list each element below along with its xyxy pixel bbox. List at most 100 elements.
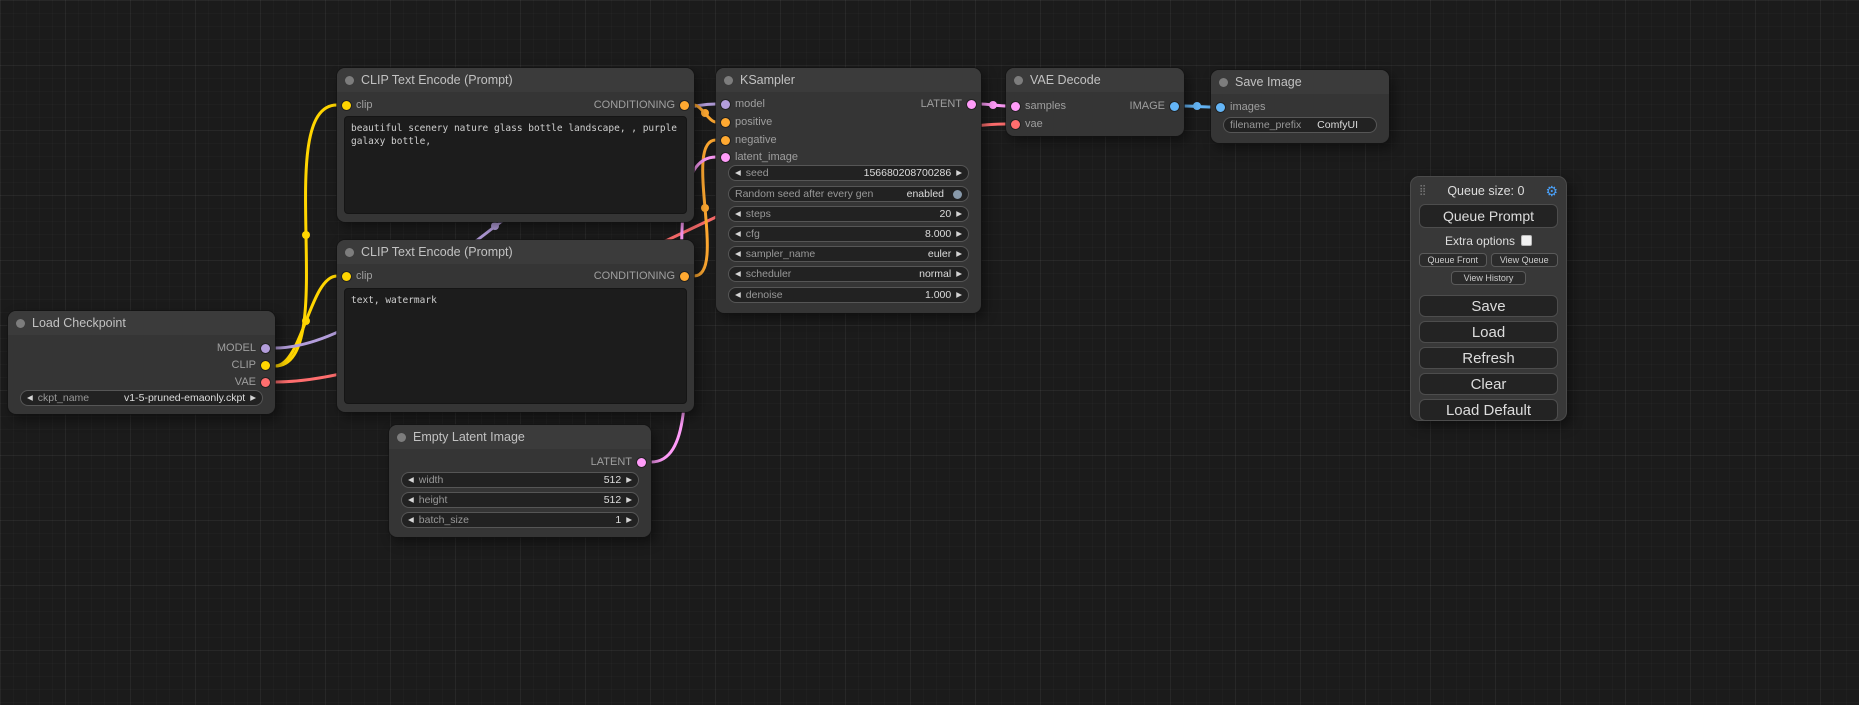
collapse-dot-icon[interactable] bbox=[1219, 78, 1228, 87]
vae-port-icon[interactable] bbox=[261, 378, 270, 387]
input-slot-latent-image[interactable]: latent_image bbox=[721, 150, 798, 164]
widget-cfg[interactable]: ◀ cfg 8.000 ▶ bbox=[728, 226, 969, 242]
decrement-arrow-icon[interactable]: ◀ bbox=[735, 210, 741, 218]
conditioning-port-icon[interactable] bbox=[721, 118, 730, 127]
node-header[interactable]: KSampler bbox=[716, 68, 981, 92]
output-slot-conditioning[interactable]: CONDITIONING bbox=[594, 98, 689, 112]
node-header[interactable]: VAE Decode bbox=[1006, 68, 1184, 92]
decrement-arrow-icon[interactable]: ◀ bbox=[27, 394, 33, 402]
conditioning-port-icon[interactable] bbox=[721, 136, 730, 145]
settings-gear-icon[interactable]: ⚙ bbox=[1545, 184, 1558, 198]
increment-arrow-icon[interactable]: ▶ bbox=[250, 394, 256, 402]
node-graph-canvas[interactable]: Load Checkpoint MODEL CLIP VAE ◀ ckpt_na… bbox=[0, 0, 1859, 705]
node-empty-latent-image[interactable]: Empty Latent Image LATENT ◀ width 512 ▶ … bbox=[389, 425, 651, 537]
load-default-button[interactable]: Load Default bbox=[1419, 399, 1558, 421]
collapse-dot-icon[interactable] bbox=[724, 76, 733, 85]
increment-arrow-icon[interactable]: ▶ bbox=[626, 516, 632, 524]
widget-sampler-name[interactable]: ◀ sampler_name euler ▶ bbox=[728, 246, 969, 262]
view-history-button[interactable]: View History bbox=[1451, 271, 1527, 285]
output-slot-image[interactable]: IMAGE bbox=[1130, 99, 1179, 113]
refresh-button[interactable]: Refresh bbox=[1419, 347, 1558, 369]
queue-prompt-button[interactable]: Queue Prompt bbox=[1419, 204, 1558, 228]
widget-height[interactable]: ◀ height 512 ▶ bbox=[401, 492, 639, 508]
input-slot-images[interactable]: images bbox=[1216, 100, 1265, 114]
node-clip-text-encode-positive[interactable]: CLIP Text Encode (Prompt) clip CONDITION… bbox=[337, 68, 694, 222]
node-vae-decode[interactable]: VAE Decode samples vae IMAGE bbox=[1006, 68, 1184, 136]
node-header[interactable]: Empty Latent Image bbox=[389, 425, 651, 449]
input-slot-vae[interactable]: vae bbox=[1011, 117, 1043, 131]
node-header[interactable]: Load Checkpoint bbox=[8, 311, 275, 335]
clip-port-icon[interactable] bbox=[342, 272, 351, 281]
conditioning-port-icon[interactable] bbox=[680, 272, 689, 281]
widget-ckpt-name[interactable]: ◀ ckpt_name v1-5-pruned-emaonly.ckpt ▶ bbox=[20, 390, 263, 406]
image-port-icon[interactable] bbox=[1170, 102, 1179, 111]
increment-arrow-icon[interactable]: ▶ bbox=[626, 476, 632, 484]
output-slot-vae[interactable]: VAE bbox=[235, 375, 270, 389]
extra-options-checkbox[interactable] bbox=[1521, 235, 1532, 246]
output-slot-latent[interactable]: LATENT bbox=[921, 97, 976, 111]
widget-batch-size[interactable]: ◀ batch_size 1 ▶ bbox=[401, 512, 639, 528]
decrement-arrow-icon[interactable]: ◀ bbox=[735, 230, 741, 238]
widget-random-seed-toggle[interactable]: Random seed after every gen enabled bbox=[728, 186, 969, 202]
clip-port-icon[interactable] bbox=[342, 101, 351, 110]
input-slot-negative[interactable]: negative bbox=[721, 133, 777, 147]
increment-arrow-icon[interactable]: ▶ bbox=[956, 210, 962, 218]
decrement-arrow-icon[interactable]: ◀ bbox=[735, 169, 741, 177]
widget-steps[interactable]: ◀ steps 20 ▶ bbox=[728, 206, 969, 222]
latent-port-icon[interactable] bbox=[967, 100, 976, 109]
collapse-dot-icon[interactable] bbox=[1014, 76, 1023, 85]
input-slot-model[interactable]: model bbox=[721, 97, 765, 111]
decrement-arrow-icon[interactable]: ◀ bbox=[735, 250, 741, 258]
toggle-knob-icon[interactable] bbox=[953, 190, 962, 199]
node-save-image[interactable]: Save Image images filename_prefix ComfyU… bbox=[1211, 70, 1389, 143]
increment-arrow-icon[interactable]: ▶ bbox=[626, 496, 632, 504]
collapse-dot-icon[interactable] bbox=[16, 319, 25, 328]
queue-menu-panel[interactable]: ⣿ Queue size: 0 ⚙ Queue Prompt Extra opt… bbox=[1410, 176, 1567, 421]
queue-front-button[interactable]: Queue Front bbox=[1419, 253, 1487, 267]
model-port-icon[interactable] bbox=[261, 344, 270, 353]
output-slot-clip[interactable]: CLIP bbox=[232, 358, 270, 372]
conditioning-port-icon[interactable] bbox=[680, 101, 689, 110]
input-slot-clip[interactable]: clip bbox=[342, 98, 373, 112]
widget-width[interactable]: ◀ width 512 ▶ bbox=[401, 472, 639, 488]
widget-scheduler[interactable]: ◀ scheduler normal ▶ bbox=[728, 266, 969, 282]
image-port-icon[interactable] bbox=[1216, 103, 1225, 112]
increment-arrow-icon[interactable]: ▶ bbox=[956, 270, 962, 278]
positive-prompt-textarea[interactable]: beautiful scenery nature glass bottle la… bbox=[344, 116, 687, 214]
decrement-arrow-icon[interactable]: ◀ bbox=[735, 270, 741, 278]
load-button[interactable]: Load bbox=[1419, 321, 1558, 343]
decrement-arrow-icon[interactable]: ◀ bbox=[408, 476, 414, 484]
increment-arrow-icon[interactable]: ▶ bbox=[956, 250, 962, 258]
output-slot-model[interactable]: MODEL bbox=[217, 341, 270, 355]
node-clip-text-encode-negative[interactable]: CLIP Text Encode (Prompt) clip CONDITION… bbox=[337, 240, 694, 412]
widget-filename-prefix[interactable]: filename_prefix ComfyUI bbox=[1223, 117, 1377, 133]
vae-port-icon[interactable] bbox=[1011, 120, 1020, 129]
latent-port-icon[interactable] bbox=[637, 458, 646, 467]
collapse-dot-icon[interactable] bbox=[345, 76, 354, 85]
collapse-dot-icon[interactable] bbox=[345, 248, 354, 257]
clip-port-icon[interactable] bbox=[261, 361, 270, 370]
decrement-arrow-icon[interactable]: ◀ bbox=[408, 516, 414, 524]
increment-arrow-icon[interactable]: ▶ bbox=[956, 230, 962, 238]
node-header[interactable]: Save Image bbox=[1211, 70, 1389, 94]
decrement-arrow-icon[interactable]: ◀ bbox=[735, 291, 741, 299]
input-slot-clip[interactable]: clip bbox=[342, 269, 373, 283]
node-header[interactable]: CLIP Text Encode (Prompt) bbox=[337, 240, 694, 264]
drag-handle-icon[interactable]: ⣿ bbox=[1419, 186, 1426, 196]
collapse-dot-icon[interactable] bbox=[397, 433, 406, 442]
negative-prompt-textarea[interactable]: text, watermark bbox=[344, 288, 687, 404]
input-slot-positive[interactable]: positive bbox=[721, 115, 772, 129]
clear-button[interactable]: Clear bbox=[1419, 373, 1558, 395]
node-ksampler[interactable]: KSampler model positive negative latent_… bbox=[716, 68, 981, 313]
node-header[interactable]: CLIP Text Encode (Prompt) bbox=[337, 68, 694, 92]
widget-seed[interactable]: ◀ seed 156680208700286 ▶ bbox=[728, 165, 969, 181]
widget-denoise[interactable]: ◀ denoise 1.000 ▶ bbox=[728, 287, 969, 303]
output-slot-conditioning[interactable]: CONDITIONING bbox=[594, 269, 689, 283]
increment-arrow-icon[interactable]: ▶ bbox=[956, 291, 962, 299]
save-button[interactable]: Save bbox=[1419, 295, 1558, 317]
model-port-icon[interactable] bbox=[721, 100, 730, 109]
decrement-arrow-icon[interactable]: ◀ bbox=[408, 496, 414, 504]
input-slot-samples[interactable]: samples bbox=[1011, 99, 1066, 113]
latent-port-icon[interactable] bbox=[721, 153, 730, 162]
increment-arrow-icon[interactable]: ▶ bbox=[956, 169, 962, 177]
